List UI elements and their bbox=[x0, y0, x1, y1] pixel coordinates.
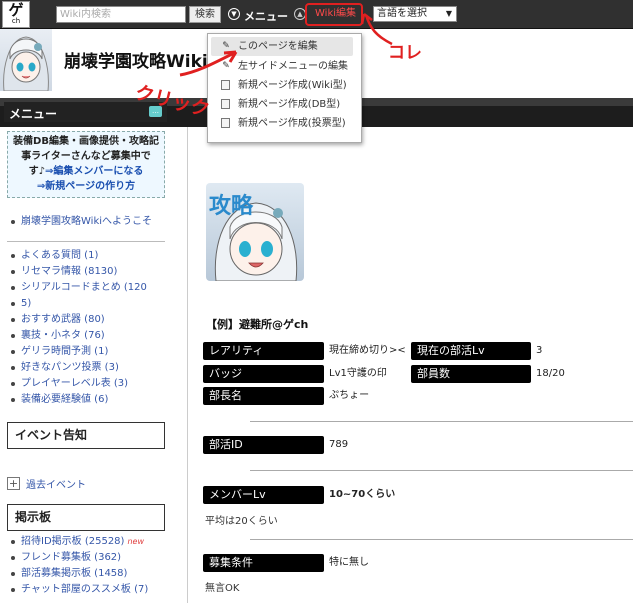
wiki-edit-button[interactable]: Wiki編集 bbox=[311, 6, 360, 22]
menu-item-label: 新規ページ作成(投票型) bbox=[238, 118, 346, 129]
menu-link[interactable]: 裏技・小ネタ (76) bbox=[7, 328, 147, 344]
pencil-icon: ✎ bbox=[222, 61, 230, 71]
site-title[interactable]: 崩壊学園攻略Wiki bbox=[64, 47, 208, 72]
page-icon bbox=[221, 118, 230, 128]
edit-left-menu-item[interactable]: ✎ 左サイドメニューの編集 bbox=[208, 57, 361, 76]
welcome-list: 崩壊学園攻略Wikiへようこそ bbox=[7, 214, 152, 230]
board-link[interactable]: フレンド募集板 (362) bbox=[7, 550, 148, 566]
board-link[interactable]: 部活募集掲示板 (1458) bbox=[7, 566, 148, 582]
menu-link[interactable]: 好きなパンツ投票 (3) bbox=[7, 360, 147, 376]
strategy-icon-image: 攻略 bbox=[206, 183, 304, 281]
content-separator bbox=[250, 539, 633, 540]
board-link[interactable]: チャット部屋のススメ板 (7) bbox=[7, 582, 148, 598]
expand-icon[interactable]: + bbox=[7, 477, 20, 490]
new-page-howto-link[interactable]: ⇒新規ページの作り方 bbox=[11, 179, 161, 194]
badge-label: バッジ bbox=[203, 365, 324, 383]
pencil-icon: ✎ bbox=[222, 41, 230, 51]
menu-link-continued[interactable]: 5) bbox=[7, 296, 147, 312]
board-link[interactable]: 招待ID掲示板 (25528) new bbox=[7, 534, 148, 550]
notice-text: す♪ bbox=[28, 166, 45, 177]
notice-line: 装備DB編集・画像提供・攻略記 bbox=[13, 136, 159, 147]
rarity-value: 現在締め切り>< bbox=[329, 345, 406, 356]
edit-this-page-item[interactable]: ✎ このページを編集 bbox=[211, 37, 353, 56]
menu-link[interactable]: プレイヤーレベル表 (3) bbox=[7, 376, 147, 392]
members-label: 部員数 bbox=[411, 365, 531, 383]
edit-toggle-icon[interactable]: ▲ bbox=[294, 8, 306, 20]
new-badge: new bbox=[127, 537, 144, 546]
page-icon bbox=[221, 80, 230, 90]
new-vote-page-item[interactable]: 新規ページ作成(投票型) bbox=[208, 114, 361, 133]
search-button[interactable]: 検索 bbox=[189, 6, 221, 23]
sidebar-title: メニュー bbox=[9, 107, 58, 121]
rarity-label: レアリティ bbox=[203, 342, 324, 360]
club-id-label: 部活ID bbox=[203, 436, 324, 454]
club-level-label: 現在の部活Lv bbox=[411, 342, 531, 360]
notice-line: 事ライターさんなど募集中で bbox=[21, 151, 151, 162]
dropdown-arrow-icon: ▼ bbox=[445, 9, 452, 18]
recruitment-notice: 装備DB編集・画像提供・攻略記 事ライターさんなど募集中で す♪⇒編集メンバーに… bbox=[7, 131, 165, 198]
language-select-value: 言語を選択 bbox=[377, 8, 427, 19]
content-separator bbox=[250, 421, 633, 422]
menu-item-label: 新規ページ作成(Wiki型) bbox=[238, 80, 347, 91]
chat-icon[interactable]: … bbox=[149, 106, 162, 117]
menu-link[interactable]: ゲリラ時間予測 (1) bbox=[7, 344, 147, 360]
menu-link[interactable]: よくある質問 (1) bbox=[7, 248, 147, 264]
menu-link[interactable]: 装備必要経験値 (6) bbox=[7, 392, 147, 408]
recruit-condition-value: 特に無し bbox=[329, 557, 369, 568]
sidebar-menu-links: よくある質問 (1) リセマラ情報 (8130) シリアルコードまとめ (120… bbox=[7, 248, 147, 408]
language-select[interactable]: 言語を選択 ▼ bbox=[373, 6, 457, 22]
club-level-value: 3 bbox=[536, 345, 543, 356]
wiki-search-input[interactable] bbox=[56, 6, 186, 23]
new-db-page-item[interactable]: 新規ページ作成(DB型) bbox=[208, 95, 361, 114]
wiki-edit-dropdown: ✎ このページを編集 ✎ 左サイドメニューの編集 新規ページ作成(Wiki型) … bbox=[207, 33, 362, 143]
sidebar-divider bbox=[7, 241, 165, 242]
site-logo[interactable]: ゲ ch bbox=[2, 1, 30, 28]
kore-annotation: コレ bbox=[388, 43, 422, 63]
page-icon bbox=[221, 99, 230, 109]
board-links: 招待ID掲示板 (25528) new フレンド募集板 (362) 部活募集掲示板… bbox=[7, 534, 148, 598]
leader-value: ぷちょー bbox=[329, 390, 370, 401]
menu-button[interactable]: メニュー bbox=[244, 8, 288, 24]
menu-link[interactable]: おすすめ武器 (80) bbox=[7, 312, 147, 328]
strategy-icon-text: 攻略 bbox=[209, 194, 254, 219]
logo-subtext: ch bbox=[11, 17, 21, 25]
example-title: 【例】避難所@ゲch bbox=[206, 318, 309, 331]
past-events-link[interactable]: 過去イベント bbox=[26, 476, 86, 491]
menu-item-label: 新規ページ作成(DB型) bbox=[238, 99, 341, 110]
recruit-condition-note: 無言OK bbox=[205, 583, 240, 594]
content-divider bbox=[187, 127, 188, 603]
recruit-condition-label: 募集条件 bbox=[203, 554, 324, 572]
menu-item-label: 左サイドメニューの編集 bbox=[238, 61, 348, 72]
leader-label: 部長名 bbox=[203, 387, 324, 405]
club-id-value: 789 bbox=[329, 439, 349, 450]
menu-link[interactable]: リセマラ情報 (8130) bbox=[7, 264, 147, 280]
member-level-value: 10~70くらい bbox=[329, 489, 396, 500]
badge-value: Lv1守護の印 bbox=[329, 368, 387, 379]
content-separator bbox=[250, 470, 633, 471]
menu-link[interactable]: シリアルコードまとめ (120 bbox=[7, 280, 147, 296]
site-mascot-image bbox=[0, 29, 52, 91]
member-level-label: メンバーLv bbox=[203, 486, 324, 504]
notice-line: す♪⇒編集メンバーになる bbox=[11, 164, 161, 179]
welcome-link[interactable]: 崩壊学園攻略Wikiへようこそ bbox=[7, 214, 152, 230]
members-value: 18/20 bbox=[536, 368, 565, 379]
event-section-heading: イベント告知 bbox=[7, 422, 165, 449]
menu-toggle-icon[interactable]: ▼ bbox=[228, 8, 240, 20]
board-section-heading: 掲示板 bbox=[7, 504, 165, 531]
board-link-label[interactable]: 招待ID掲示板 (25528) bbox=[21, 536, 124, 547]
new-wiki-page-item[interactable]: 新規ページ作成(Wiki型) bbox=[208, 76, 361, 95]
menu-item-label: このページを編集 bbox=[238, 41, 318, 52]
member-level-note: 平均は20くらい bbox=[205, 516, 278, 527]
become-editor-link[interactable]: ⇒編集メンバーになる bbox=[45, 166, 143, 177]
